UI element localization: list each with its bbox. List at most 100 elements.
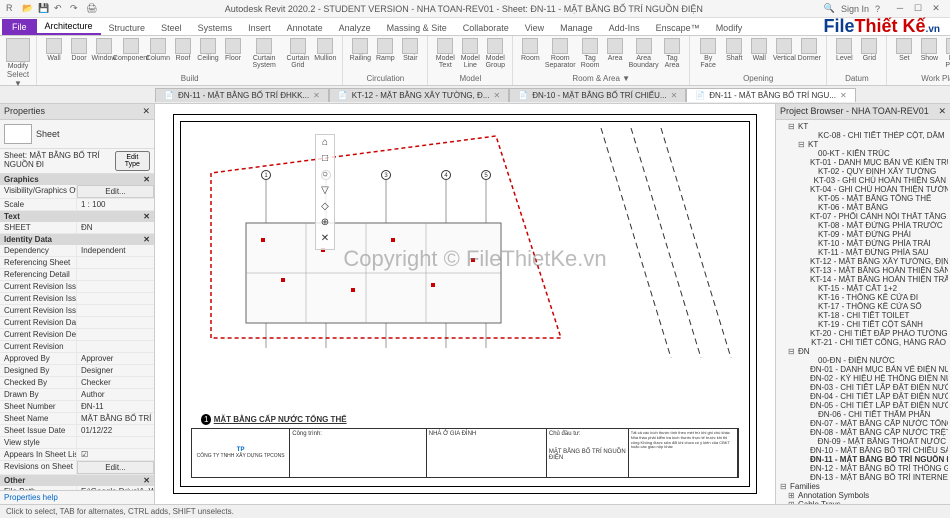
tree-item[interactable]: KT-02 - QUY ĐỊNH XÂY TƯỜNG [778,167,948,176]
nav-tool-icon[interactable]: ○ [318,169,332,183]
nav-tool-icon[interactable]: ✕ [318,233,332,247]
tree-item[interactable]: KT-14 - MẶT BẰNG HOÀN THIỆN TRẦN [778,275,948,284]
ribbon-tab-steel[interactable]: Steel [153,21,190,35]
tree-item[interactable]: KT-20 - CHI TIẾT ĐẮP PHÀO TƯỜNG NGOÀI [778,329,948,338]
property-row[interactable]: DependencyIndependent [0,245,154,257]
tree-item[interactable]: KT-16 - THỐNG KÊ CỬA ĐI [778,293,948,302]
ribbon-button-shaft[interactable]: Shaft [723,38,745,62]
ribbon-button-ref-plane[interactable]: Ref Plane [943,38,950,69]
ribbon-button-room-separator[interactable]: Room Separator [544,38,576,69]
property-row[interactable]: Referencing Sheet [0,257,154,269]
close-button[interactable]: ✕ [928,3,944,14]
ribbon-button-model-line[interactable]: Model Line [459,38,481,69]
ribbon-button-railing[interactable]: Railing [349,38,371,62]
tree-item[interactable]: ĐN-01 - DANH MỤC BẢN VẼ ĐIỆN NƯỚC [778,365,948,374]
property-row[interactable]: Visibility/Graphics Over...Edit... [0,185,154,199]
property-row[interactable]: Current Revision [0,341,154,353]
property-row[interactable]: Sheet NumberĐN-11 [0,401,154,413]
ribbon-button-level[interactable]: Level [833,38,855,62]
tree-item[interactable]: ĐN-11 - MẶT BẰNG BỐ TRÍ NGUỒN ĐIỆN [778,455,948,464]
ribbon-tab-analyze[interactable]: Analyze [331,21,379,35]
close-tab-icon[interactable]: ✕ [494,91,501,100]
ribbon-button-vertical[interactable]: Vertical [773,38,795,62]
drawing-canvas[interactable]: 1 2 3 4 5 1 MẶT BẰNG CẤP NƯỚC TỔNG THỂ T… [155,104,775,504]
undo-icon[interactable]: ↶ [54,3,66,15]
ribbon-button-floor[interactable]: Floor [222,38,244,62]
tree-item[interactable]: ⊟KT [778,140,948,149]
ribbon-button-stair[interactable]: Stair [399,38,421,62]
ribbon-tab-structure[interactable]: Structure [101,21,154,35]
ribbon-button-dormer[interactable]: Dormer [798,38,820,62]
property-row[interactable]: Scale1 : 100 [0,199,154,211]
type-selector[interactable]: Sheet [0,120,154,149]
ribbon-button-by-face[interactable]: By Face [696,38,720,69]
tree-item[interactable]: KT-21 - CHI TIẾT CỔNG, HÀNG RÀO [778,338,948,347]
tree-item[interactable]: ⊞Cable Trays [778,500,948,504]
minimize-button[interactable]: ─ [892,3,908,14]
ribbon-button-tag-area[interactable]: Tag Area [661,38,683,69]
tree-item[interactable]: ĐN-03 - CHI TIẾT LẮP ĐẶT ĐIỆN NƯỚC ĐIỂN … [778,383,948,392]
ribbon-tab-modify[interactable]: Modify [708,21,751,35]
property-row[interactable]: Current Revision Descri... [0,329,154,341]
tree-item[interactable]: ĐN-04 - CHI TIẾT LẮP ĐẶT ĐIỆN NƯỚC ĐIỂN … [778,392,948,401]
property-row[interactable]: Current Revision Issued... [0,293,154,305]
ribbon-tab-insert[interactable]: Insert [240,21,279,35]
tree-item[interactable]: 00-KT - KIẾN TRÚC [778,149,948,158]
search-icon[interactable]: 🔍 [824,3,835,14]
ribbon-button-curtain-grid[interactable]: Curtain Grid [284,38,311,69]
tree-item[interactable]: ĐN-10 - MẶT BẰNG BỐ TRÍ CHIẾU SÁNG [778,446,948,455]
ribbon-tab-manage[interactable]: Manage [552,21,601,35]
nav-tool-icon[interactable]: ▽ [318,185,332,199]
property-category[interactable]: Other✕ [0,475,154,486]
tree-item[interactable]: KT-06 - MẶT BẰNG [778,203,948,212]
tree-item[interactable]: ĐN-08 - MẶT BẰNG CẤP NƯỚC TRỆT + MÁI [778,428,948,437]
print-icon[interactable]: 🖨 [86,3,98,15]
property-row[interactable]: Appears In Sheet List☑ [0,449,154,461]
ribbon-tab-systems[interactable]: Systems [190,21,241,35]
edit-type-button[interactable]: Edit Type [115,151,150,171]
ribbon-tab-massing-site[interactable]: Massing & Site [379,21,455,35]
property-row[interactable]: Current Revision Date [0,317,154,329]
maximize-button[interactable]: ☐ [910,3,926,14]
tree-item[interactable]: ĐN-12 - MẶT BẰNG BỐ TRÍ THÔNG GIÓ, ĐHKK [778,464,948,473]
nav-tool-icon[interactable]: ⊕ [318,217,332,231]
tree-item[interactable]: ĐN-02 - KÝ HIỆU HỆ THỐNG ĐIỆN NƯỚC [778,374,948,383]
ribbon-button-model-text[interactable]: Model Text [434,38,456,69]
tree-item[interactable]: KT-13 - MẶT BẰNG HOÀN THIỆN SÀN [778,266,948,275]
tree-item[interactable]: KT-12 - MẶT BẰNG XÂY TƯỜNG, ĐỊNH VỊ CỬA … [778,257,948,266]
ribbon-button-room[interactable]: Room [519,38,541,62]
tree-item[interactable]: ⊟KT [778,122,948,131]
ribbon-button-model-group[interactable]: Model Group [484,38,506,69]
tree-item[interactable]: ĐN-06 - CHI TIẾT THẨM PHẨN [778,410,948,419]
open-icon[interactable]: 📂 [22,3,34,15]
property-row[interactable]: Referencing Detail [0,269,154,281]
ribbon-button-column[interactable]: Column [147,38,169,62]
ribbon-tab-enscape-[interactable]: Enscape™ [648,21,708,35]
close-icon[interactable]: ✕ [938,106,946,117]
document-tab[interactable]: 📄ĐN-11 - MẶT BẰNG BỐ TRÍ NGU...✕ [686,88,855,102]
tree-item[interactable]: KT-15 - MẶT CẮT 1+2 [778,284,948,293]
properties-help-link[interactable]: Properties help [0,490,154,504]
property-row[interactable]: Drawn ByAuthor [0,389,154,401]
nav-tool-icon[interactable]: ◇ [318,201,332,215]
property-row[interactable]: SHEETĐN [0,222,154,234]
nav-tool-icon[interactable]: □ [318,153,332,167]
tree-item[interactable]: ⊟ĐN [778,347,948,356]
property-row[interactable]: Designed ByDesigner [0,365,154,377]
ribbon-button-grid[interactable]: Grid [858,38,880,62]
property-row[interactable]: View style [0,437,154,449]
help-icon[interactable]: ? [875,4,880,14]
tree-item[interactable]: ĐN-05 - CHI TIẾT LẮP ĐẶT ĐIỆN NƯỚC ĐIỂN … [778,401,948,410]
ribbon-button-area[interactable]: Area [604,38,626,62]
tree-item[interactable]: ⊞Annotation Symbols [778,491,948,500]
close-tab-icon[interactable]: ✕ [671,91,678,100]
ribbon-button-area-boundary[interactable]: Area Boundary [629,38,658,69]
close-tab-icon[interactable]: ✕ [840,91,847,100]
tree-item[interactable]: KT-10 - MẶT ĐỨNG PHÍA TRÁI [778,239,948,248]
property-row[interactable]: Current Revision Issued [0,281,154,293]
signin-button[interactable]: Sign In [841,4,869,14]
ribbon-tab-add-ins[interactable]: Add-Ins [601,21,648,35]
document-tab[interactable]: 📄ĐN-11 - MẶT BẰNG BỐ TRÍ ĐHKK...✕ [155,88,329,102]
save-icon[interactable]: 💾 [38,3,50,15]
property-row[interactable]: Current Revision Issued... [0,305,154,317]
